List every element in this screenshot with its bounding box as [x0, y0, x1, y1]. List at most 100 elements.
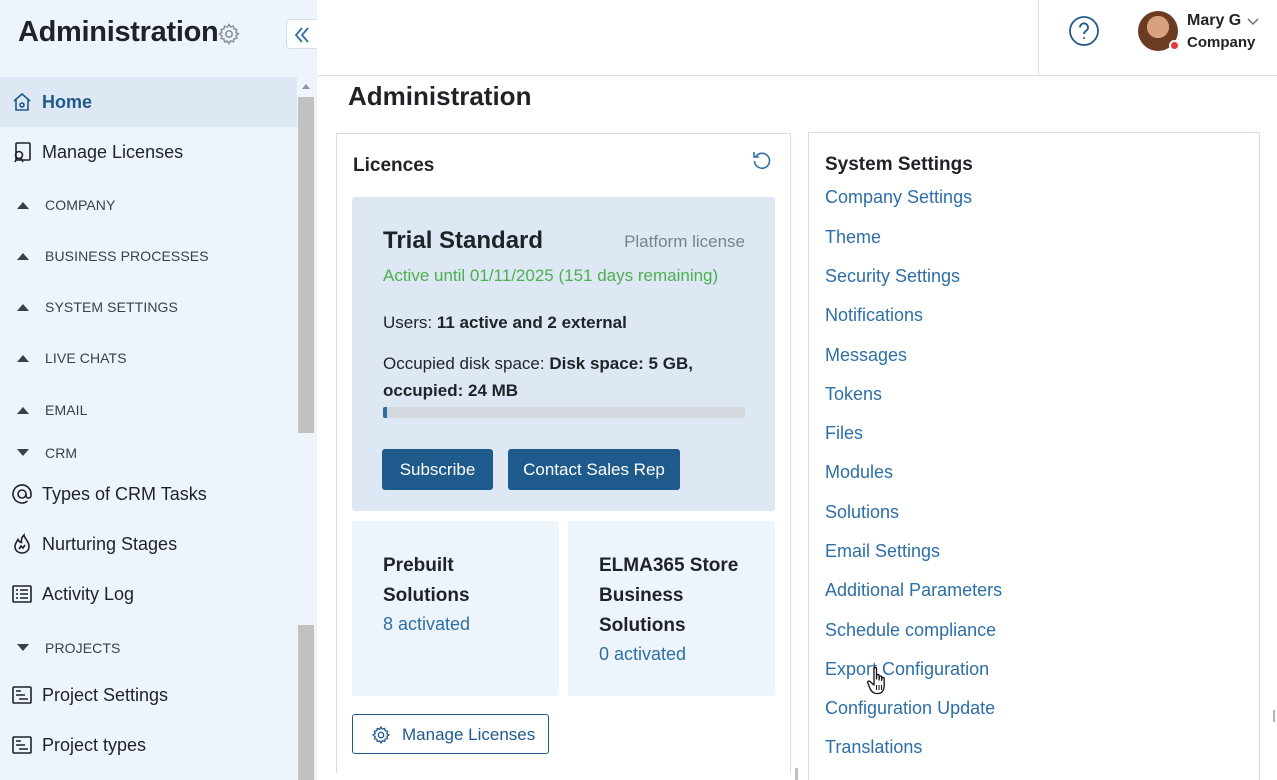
caret-up-icon [17, 202, 29, 209]
sidebar-item-project-types[interactable]: Project types [0, 720, 297, 770]
project-board-icon [12, 736, 32, 754]
link-files[interactable]: Files [825, 423, 863, 444]
sidebar-group-live-chats[interactable]: LIVE CHATS [0, 341, 297, 375]
store-solutions-title: ELMA365 Store Business Solutions [599, 555, 739, 636]
contact-sales-rep-button[interactable]: Contact Sales Rep [508, 449, 680, 490]
sidebar-item-label: Project Settings [42, 684, 169, 705]
store-activated-link[interactable]: 0 activated [599, 644, 686, 665]
status-dot [1169, 40, 1180, 51]
caret-up-icon [17, 253, 29, 260]
scrollbar-thumb[interactable] [1273, 710, 1275, 722]
sidebar-group-crm[interactable]: CRM [0, 436, 297, 470]
licences-card: Licences Trial Standard Platform license… [336, 133, 791, 773]
sidebar-group-label: EMAIL [45, 402, 88, 418]
home-icon [13, 92, 31, 111]
users-value: 11 active and 2 external [436, 313, 627, 332]
sidebar-item-manage-licenses[interactable]: Manage Licenses [0, 127, 297, 177]
link-company-settings[interactable]: Company Settings [825, 187, 972, 208]
sidebar-item-label: Activity Log [42, 583, 135, 604]
sidebar-item-label: Types of CRM Tasks [42, 483, 207, 504]
help-icon[interactable] [1068, 15, 1100, 47]
sidebar-group-business-processes[interactable]: BUSINESS PROCESSES [0, 239, 297, 273]
chevron-down-icon[interactable] [1247, 16, 1259, 26]
sidebar-item-project-settings[interactable]: Project Settings [0, 670, 297, 720]
link-theme[interactable]: Theme [825, 227, 881, 248]
users-info: Users: 11 active and 2 external [383, 313, 627, 333]
list-icon [12, 585, 32, 603]
prebuilt-activated-link[interactable]: 8 activated [383, 614, 470, 635]
scrollbar-thumb[interactable] [298, 97, 314, 433]
link-notifications[interactable]: Notifications [825, 305, 923, 326]
license-icon [14, 142, 31, 163]
caret-down-icon [17, 644, 29, 651]
link-schedule-compliance[interactable]: Schedule compliance [825, 620, 996, 641]
scrollbar-thumb[interactable] [298, 625, 314, 780]
link-security-settings[interactable]: Security Settings [825, 266, 960, 287]
sidebar-item-label: Manage Licenses [42, 141, 184, 162]
disk-label: Occupied disk space: [383, 354, 545, 373]
prebuilt-solutions-title: Prebuilt Solutions [383, 555, 470, 606]
app-title: Administration [18, 16, 219, 48]
sidebar-group-projects[interactable]: PROJECTS [0, 631, 297, 665]
link-messages[interactable]: Messages [825, 345, 907, 366]
top-bar: Mary G Company [318, 0, 1277, 76]
at-icon [12, 484, 32, 504]
link-export-configuration[interactable]: Export Configuration [825, 659, 989, 680]
avatar[interactable] [1138, 11, 1180, 51]
sidebar-item-label: Home [42, 91, 93, 112]
users-label: Users: [383, 313, 433, 332]
link-solutions[interactable]: Solutions [825, 502, 899, 523]
system-settings-card: System Settings Company Settings Theme S… [808, 132, 1260, 780]
page-title: Administration [348, 81, 532, 111]
link-email-settings[interactable]: Email Settings [825, 541, 940, 562]
sidebar-group-company[interactable]: COMPANY [0, 188, 297, 222]
sidebar-item-types-of-crm-tasks[interactable]: Types of CRM Tasks [0, 469, 297, 519]
sidebar-nav: Home Manage Licenses COMPANY BUSINESS PR… [0, 76, 297, 780]
link-configuration-update[interactable]: Configuration Update [825, 698, 995, 719]
flame-icon [14, 533, 30, 554]
sidebar-header: Administration [0, 0, 317, 76]
disk-usage-fill [383, 407, 387, 418]
plan-name: Trial Standard [383, 227, 544, 254]
system-settings-title: System Settings [825, 154, 973, 175]
user-company: Company [1187, 34, 1256, 51]
sidebar-group-system-settings[interactable]: SYSTEM SETTINGS [0, 290, 297, 324]
sidebar-group-label: SYSTEM SETTINGS [45, 299, 178, 315]
caret-up-icon [17, 407, 29, 414]
licences-title: Licences [353, 155, 435, 176]
link-modules[interactable]: Modules [825, 462, 893, 483]
link-translations[interactable]: Translations [825, 737, 922, 758]
caret-up-icon [17, 304, 29, 311]
sidebar-scrollbar[interactable] [297, 76, 317, 780]
sidebar-item-home[interactable]: Home [0, 77, 297, 127]
double-chevron-left-icon [294, 27, 309, 43]
manage-licenses-button[interactable]: Manage Licenses [352, 714, 549, 754]
disk-usage-bar [383, 407, 745, 418]
caret-up-icon [17, 355, 29, 362]
sidebar-item-activity-log[interactable]: Activity Log [0, 569, 297, 619]
sidebar-item-nurturing-stages[interactable]: Nurturing Stages [0, 519, 297, 569]
gear-icon[interactable] [217, 22, 241, 46]
link-additional-parameters[interactable]: Additional Parameters [825, 580, 1002, 601]
refresh-icon[interactable] [751, 149, 773, 171]
user-name[interactable]: Mary G [1187, 12, 1241, 30]
disk-info: Occupied disk space: Disk space: 5 GB, o… [383, 350, 723, 404]
sidebar-group-label: PROJECTS [45, 640, 121, 656]
scroll-up-arrow-icon[interactable] [302, 84, 310, 89]
sidebar-item-label: Nurturing Stages [42, 533, 178, 554]
gear-icon [371, 725, 391, 745]
sidebar: Administration Home Manage Licenses COMP… [0, 0, 317, 780]
project-board-icon [12, 686, 32, 704]
caret-down-icon [17, 449, 29, 456]
manage-licenses-label: Manage Licenses [402, 725, 536, 744]
subscribe-button[interactable]: Subscribe [382, 449, 493, 490]
sidebar-group-label: BUSINESS PROCESSES [45, 248, 209, 264]
link-tokens[interactable]: Tokens [825, 384, 882, 405]
collapse-sidebar-button[interactable] [286, 19, 317, 49]
sidebar-group-label: COMPANY [45, 197, 116, 213]
sidebar-group-label: LIVE CHATS [45, 350, 127, 366]
scrollbar-thumb[interactable] [795, 768, 798, 780]
sidebar-item-label: Project types [42, 734, 147, 755]
sidebar-group-email[interactable]: EMAIL [0, 393, 297, 427]
prebuilt-solutions-panel: Prebuilt Solutions 8 activated [352, 521, 559, 696]
